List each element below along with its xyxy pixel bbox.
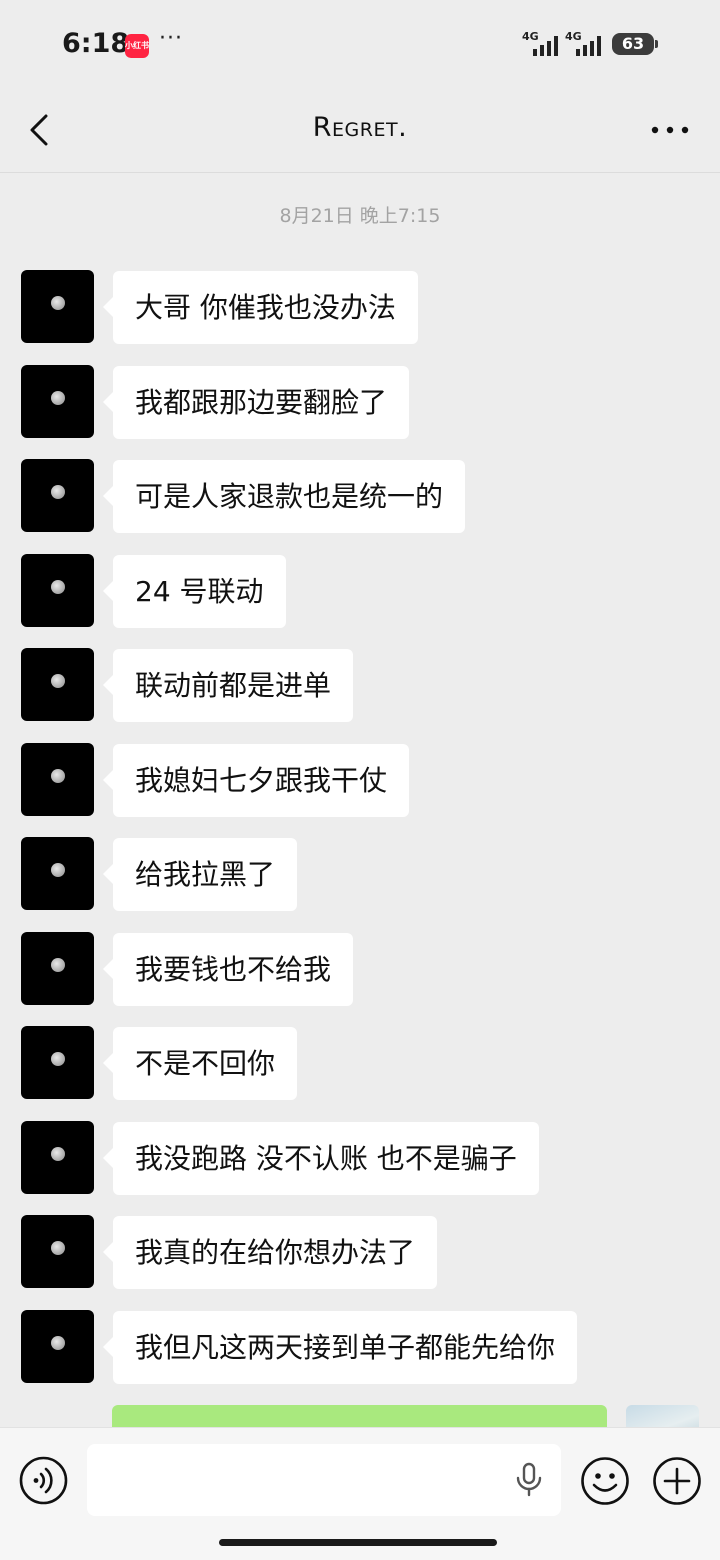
message-bubble[interactable]: 大哥 你催我也没办法 [103, 271, 418, 344]
message-list[interactable]: 大哥 你催我也没办法 我都跟那边要翻脸了 可是人家退款也是统一的 24 号联动 … [0, 270, 720, 1404]
moon-icon [51, 485, 65, 499]
message-bubble[interactable]: 我媳妇七夕跟我干仗 [102, 743, 410, 817]
message-timestamp: 8月21日 晚上7:15 [279, 205, 441, 227]
message-row: 大哥 你催我也没办法 [0, 270, 720, 365]
message-bubble[interactable]: 联动前都是进单 [102, 649, 354, 722]
moon-icon [51, 863, 65, 877]
more-dots-icon [651, 126, 689, 134]
moon-icon [51, 390, 65, 405]
message-row: 联动前都是进单 [0, 648, 720, 743]
moon-icon [51, 1052, 65, 1066]
message-row: 我没跑路 没不认账 也不是骗子 [0, 1120, 720, 1216]
message-row: 不是不回你 [0, 1026, 720, 1121]
emoji-button[interactable] [580, 1456, 630, 1506]
avatar[interactable] [21, 1215, 94, 1288]
moon-icon [51, 674, 65, 688]
message-bubble[interactable]: 我但凡这两天接到单子都能先给你 [102, 1310, 578, 1384]
avatar[interactable] [21, 1309, 94, 1383]
microphone-icon[interactable] [513, 1462, 545, 1498]
signal-4g-icon: 4G [565, 30, 605, 58]
status-time: 6:18 [62, 28, 130, 59]
message-row: 我都跟那边要翻脸了 [0, 364, 720, 460]
avatar[interactable] [21, 553, 94, 627]
status-bar: 6:18 小红书 ··· 4G 4G 63 [0, 0, 720, 90]
voice-icon [19, 1456, 68, 1505]
message-input[interactable] [87, 1444, 561, 1516]
chat-header: Regret. [0, 90, 720, 173]
message-row: 我媳妇七夕跟我干仗 [0, 742, 720, 838]
moon-icon [51, 1146, 65, 1161]
moon-icon [51, 579, 65, 594]
avatar[interactable] [21, 1120, 94, 1194]
home-indicator[interactable] [219, 1539, 497, 1546]
chat-title: Regret. [312, 112, 408, 143]
message-row: 给我拉黑了 [0, 837, 720, 932]
battery-level: 63 [621, 34, 645, 53]
emoji-icon [581, 1457, 629, 1505]
message-bubble[interactable]: 给我拉黑了 [102, 838, 298, 911]
more-notifications-icon: ··· [159, 26, 183, 51]
message-bubble[interactable]: 我要钱也不给我 [102, 932, 354, 1006]
plus-circle-icon [653, 1457, 701, 1505]
add-attachment-button[interactable] [652, 1456, 702, 1506]
moon-icon [51, 768, 65, 783]
voice-input-button[interactable] [19, 1456, 68, 1505]
xiaohongshu-app-icon: 小红书 [125, 34, 149, 58]
moon-icon [51, 1241, 65, 1255]
battery-icon: 63 [612, 33, 658, 55]
signal-4g-icon: 4G [522, 30, 562, 58]
moon-icon [51, 1335, 65, 1350]
message-row: 24 号联动 [0, 553, 720, 649]
message-bubble[interactable]: 不是不回你 [102, 1027, 298, 1100]
avatar[interactable] [21, 742, 94, 816]
message-bubble[interactable]: 我都跟那边要翻脸了 [102, 365, 410, 439]
message-bubble[interactable]: 24 号联动 [103, 554, 286, 628]
avatar[interactable] [21, 837, 94, 910]
moon-icon [51, 957, 65, 972]
message-row: 可是人家退款也是统一的 [0, 459, 720, 554]
avatar[interactable] [21, 270, 94, 343]
avatar[interactable] [21, 364, 94, 438]
message-row: 我真的在给你想办法了 [0, 1215, 720, 1310]
avatar[interactable] [21, 1026, 94, 1099]
message-bubble[interactable]: 我没跑路 没不认账 也不是骗子 [103, 1121, 539, 1195]
avatar[interactable] [21, 931, 94, 1005]
message-bubble[interactable]: 我真的在给你想办法了 [102, 1216, 438, 1289]
avatar[interactable] [21, 648, 94, 721]
message-bubble[interactable]: 可是人家退款也是统一的 [102, 460, 466, 533]
more-options-button[interactable] [650, 115, 690, 145]
message-row: 我但凡这两天接到单子都能先给你 [0, 1309, 720, 1405]
moon-icon [51, 296, 65, 310]
message-row: 我要钱也不给我 [0, 931, 720, 1027]
avatar[interactable] [21, 459, 94, 532]
